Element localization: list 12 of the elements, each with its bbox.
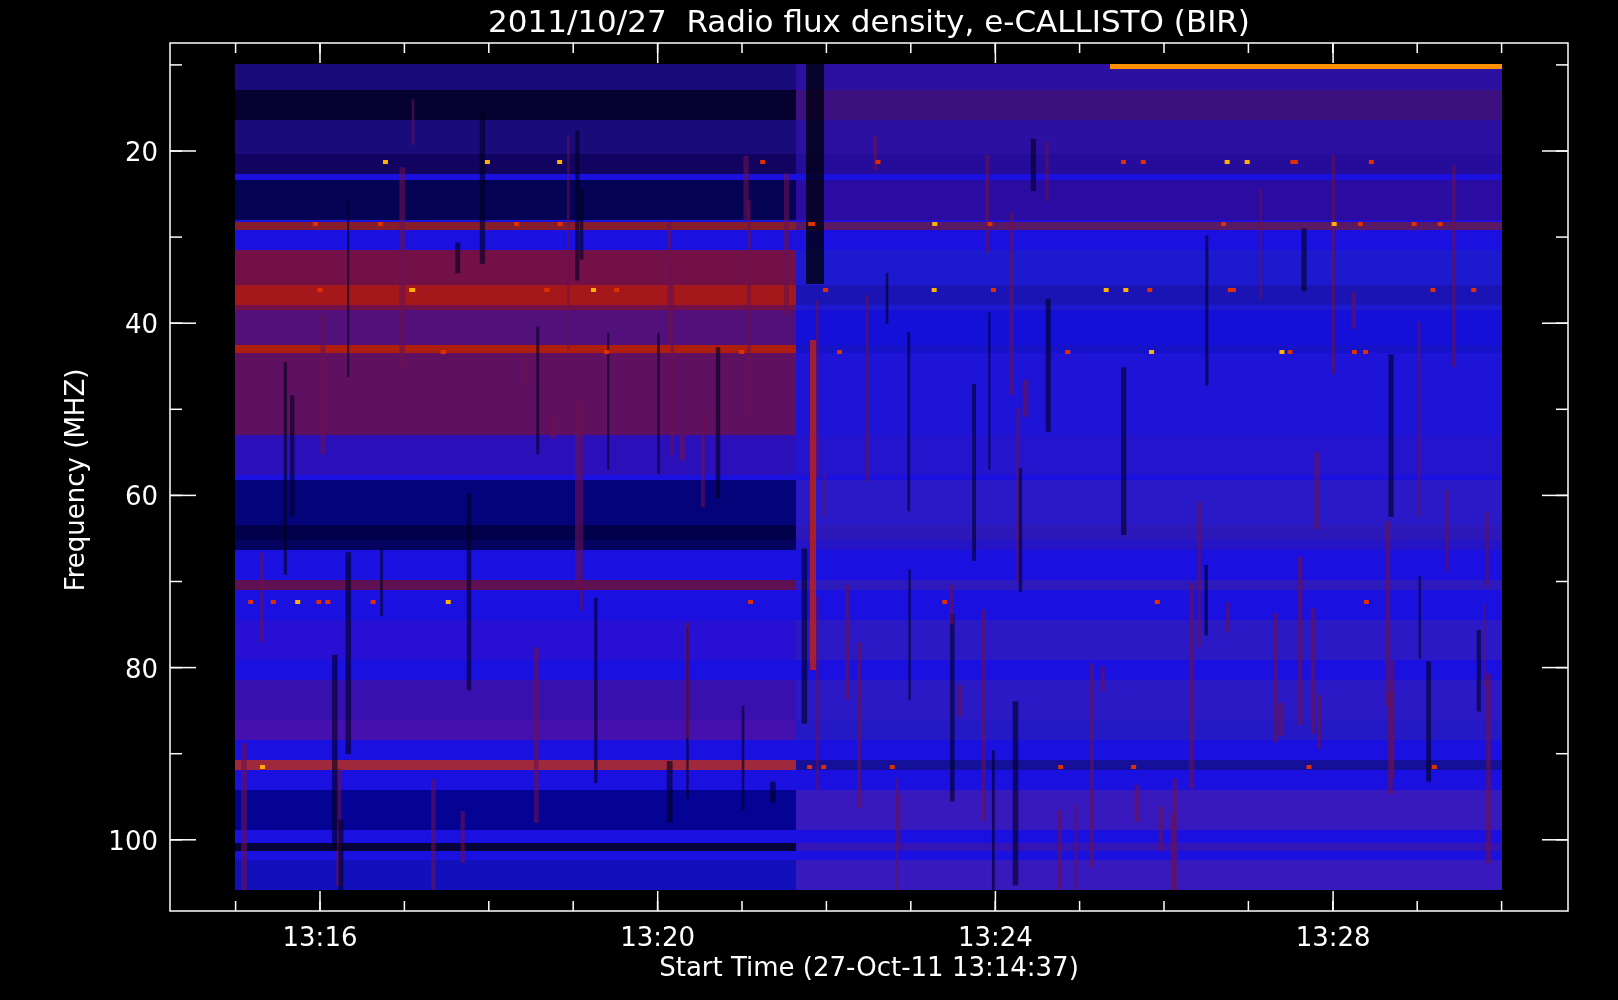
- y-tick-label: 20: [124, 137, 158, 167]
- y-tick-label: 80: [124, 653, 158, 684]
- x-tick-label: 13:20: [620, 922, 696, 952]
- chart-title: 2011/10/27 Radio flux density, e-CALLISTO (BIR): [488, 3, 1250, 39]
- x-tick-label: 13:16: [282, 922, 358, 952]
- x-tick-label: 13:24: [957, 922, 1033, 952]
- y-axis-label: Frequency (MHZ): [60, 368, 90, 592]
- x-tick-label: 13:28: [1295, 922, 1371, 952]
- y-tick-label: 60: [124, 481, 158, 512]
- x-axis-label: Start Time (27-Oct-11 13:14:37): [659, 952, 1079, 982]
- y-tick-label: 100: [108, 825, 158, 856]
- y-tick-label: 40: [124, 309, 158, 340]
